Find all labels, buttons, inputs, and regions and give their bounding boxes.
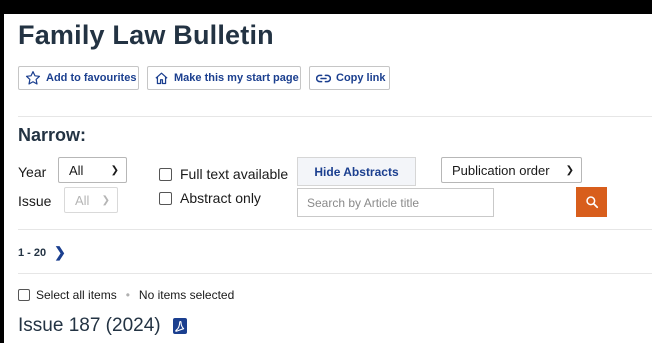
top-border <box>0 0 652 14</box>
divider <box>18 229 652 230</box>
hide-abstracts-button[interactable]: Hide Abstracts <box>297 157 416 186</box>
hide-abstracts-label: Hide Abstracts <box>314 164 399 179</box>
pagination: 1 - 20 ❯ <box>18 244 66 261</box>
make-start-page-label: Make this my start page <box>174 72 299 84</box>
select-all-checkbox[interactable] <box>18 289 30 301</box>
star-outline-icon <box>25 71 41 85</box>
issue-heading: Issue 187 (2024) <box>18 315 187 337</box>
year-select[interactable]: All ❯ <box>58 157 127 183</box>
copy-link-label: Copy link <box>336 72 386 84</box>
issue-heading-text: Issue 187 (2024) <box>18 315 161 336</box>
divider <box>18 273 652 274</box>
page-title: Family Law Bulletin <box>18 20 274 50</box>
year-select-value: All <box>69 162 84 178</box>
year-label: Year <box>18 164 47 180</box>
narrow-heading: Narrow: <box>18 125 87 145</box>
add-to-favourites-label: Add to favourites <box>46 72 137 84</box>
link-icon <box>316 74 331 82</box>
issue-select[interactable]: All ❯ <box>64 187 118 213</box>
order-select-value: Publication order <box>452 162 550 178</box>
left-border <box>0 0 4 343</box>
chevron-down-icon: ❯ <box>110 164 119 176</box>
home-icon <box>155 72 168 84</box>
abstract-only-label: Abstract only <box>180 190 261 206</box>
full-text-label: Full text available <box>180 166 289 182</box>
issue-select-value: All <box>75 192 90 208</box>
abstract-only-checkbox[interactable] <box>159 192 172 205</box>
chevron-right-icon[interactable]: ❯ <box>54 244 66 261</box>
make-start-page-button[interactable]: Make this my start page <box>147 66 301 90</box>
separator-dot: • <box>125 288 130 302</box>
copy-link-button[interactable]: Copy link <box>309 66 390 90</box>
pagination-range: 1 - 20 <box>18 246 47 259</box>
order-select[interactable]: Publication order ❯ <box>441 157 582 183</box>
article-search-input[interactable] <box>297 188 494 217</box>
search-icon <box>585 196 598 209</box>
selection-bar: Select all items • No items selected <box>18 288 234 302</box>
add-to-favourites-button[interactable]: Add to favourites <box>18 66 139 90</box>
select-all-label: Select all items <box>36 288 117 302</box>
chevron-down-icon: ❯ <box>565 164 574 176</box>
issue-label: Issue <box>18 193 52 209</box>
full-text-checkbox[interactable] <box>159 168 172 181</box>
chevron-down-icon: ❯ <box>101 194 110 206</box>
selection-status: No items selected <box>138 288 235 302</box>
divider <box>18 116 652 117</box>
search-button[interactable] <box>576 187 607 217</box>
pdf-icon[interactable] <box>172 318 187 334</box>
